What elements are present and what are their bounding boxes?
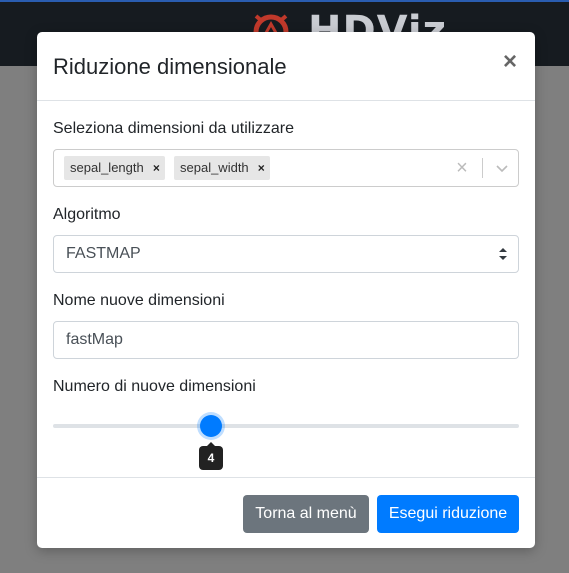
new-names-label: Nome nuove dimensioni <box>53 292 225 309</box>
algorithm-select[interactable]: FASTMAP <box>53 235 519 273</box>
modal-footer: Torna al menù Esegui riduzione <box>37 477 535 548</box>
chip-remove-icon[interactable]: × <box>147 156 165 180</box>
dimension-reduction-modal: Riduzione dimensionale × Seleziona dimen… <box>37 32 535 548</box>
dimensions-label: Seleziona dimensioni da utilizzare <box>53 120 295 137</box>
chip-sepal-width: sepal_width × <box>174 156 271 180</box>
count-value-tooltip: 4 <box>199 442 223 470</box>
algorithm-label: Algoritmo <box>53 206 121 223</box>
clear-all-icon[interactable]: × <box>452 158 472 178</box>
select-arrows-icon <box>499 248 507 260</box>
run-reduction-button[interactable]: Esegui riduzione <box>377 495 519 533</box>
chip-label: sepal_length <box>70 160 144 175</box>
chip-label: sepal_width <box>180 160 249 175</box>
chip-sepal-length: sepal_length × <box>64 156 166 180</box>
modal-header: Riduzione dimensionale × <box>37 32 535 101</box>
count-slider-track[interactable] <box>53 424 519 428</box>
chevron-down-icon[interactable] <box>492 158 512 178</box>
dimensions-multiselect[interactable]: sepal_length × sepal_width × × <box>53 149 519 187</box>
chip-remove-icon[interactable]: × <box>252 156 270 180</box>
back-to-menu-button[interactable]: Torna al menù <box>243 495 369 533</box>
multiselect-separator <box>482 158 483 178</box>
new-names-input[interactable] <box>53 321 519 359</box>
close-button[interactable]: × <box>501 50 519 74</box>
count-label: Numero di nuove dimensioni <box>53 378 256 395</box>
modal-title: Riduzione dimensionale <box>53 54 287 79</box>
count-slider-thumb[interactable] <box>200 415 222 437</box>
algorithm-selected-value: FASTMAP <box>66 245 141 262</box>
